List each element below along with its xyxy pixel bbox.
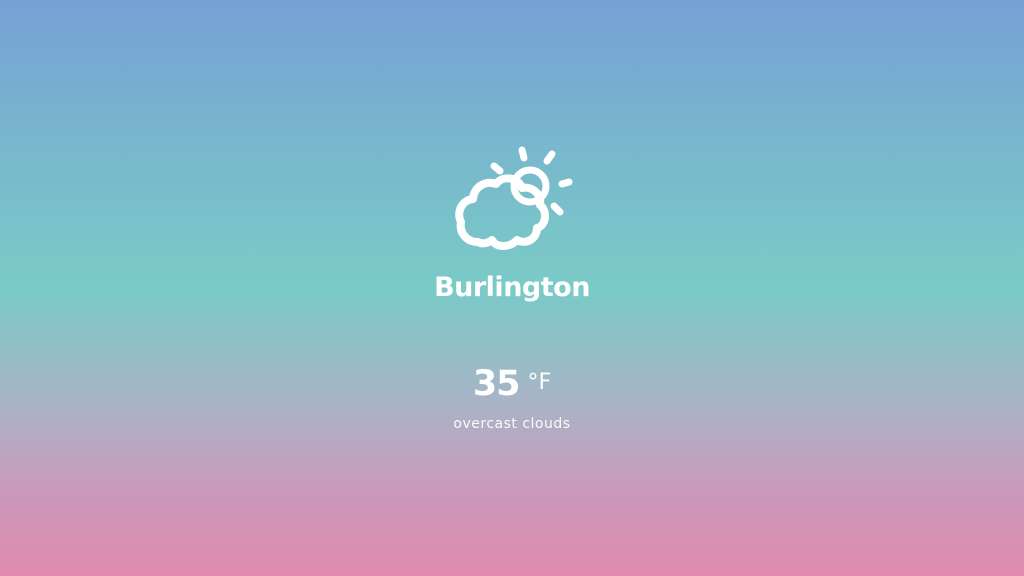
partly-cloudy-icon <box>452 144 576 256</box>
temperature-value: 35 <box>472 364 521 404</box>
weather-card: Burlington 35 °F overcast clouds <box>0 0 1024 576</box>
city-name: Burlington <box>434 272 590 303</box>
temperature-unit: °F <box>527 370 552 395</box>
temperature-display: 35 °F <box>0 362 1024 411</box>
weather-description: overcast clouds <box>453 416 571 432</box>
